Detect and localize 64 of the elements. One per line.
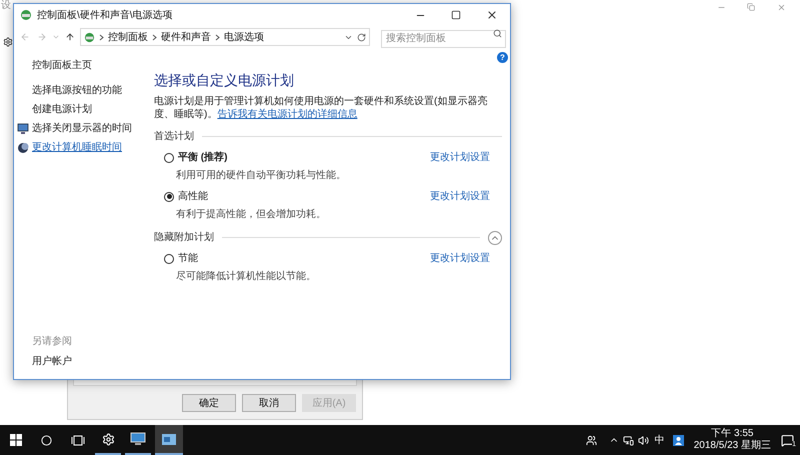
change-plan-link[interactable]: 更改计划设置: [430, 150, 490, 165]
intro-text: 电源计划是用于管理计算机如何使用电源的一套硬件和系统设置(如显示器亮度、睡眠等)。告诉我有关电源计划的详细信息: [154, 95, 488, 121]
search-icon: [493, 29, 502, 38]
dialog-button[interactable]: 确定: [182, 394, 236, 412]
volume-icon[interactable]: [638, 434, 649, 446]
monitor-icon: [17, 122, 29, 134]
window-title: 设: [1, 0, 11, 13]
sidebar-link[interactable]: 创建电源计划: [32, 102, 92, 117]
people-icon[interactable]: [586, 434, 597, 446]
radio-button[interactable]: [164, 254, 174, 264]
monitor-icon: [130, 432, 146, 446]
plan-name: 节能: [178, 252, 198, 266]
clock-date[interactable]: 2018/5/23 星期三: [694, 440, 771, 452]
close-icon: [486, 9, 498, 21]
close-icon: [776, 2, 786, 12]
maximize-icon: [451, 10, 461, 20]
radio-button[interactable]: [164, 192, 174, 202]
plan-name: 高性能: [178, 190, 208, 204]
page-heading: 选择或自定义电源计划: [154, 71, 295, 90]
breadcrumb[interactable]: 控制面板: [108, 30, 148, 44]
chevron-right-icon: [99, 34, 104, 40]
start-icon[interactable]: [10, 434, 22, 446]
details-link[interactable]: 告诉我有关电源计划的详细信息: [217, 109, 358, 120]
group-title: 首选计划: [154, 130, 194, 144]
search-icon[interactable]: [41, 434, 52, 446]
window-icon: [162, 434, 176, 444]
input-method-indicator[interactable]: 中: [654, 432, 665, 448]
sidebar-link[interactable]: 选择关闭显示器的时间: [32, 121, 132, 136]
plan-description: 利用可用的硬件自动平衡功耗与性能。: [175, 168, 347, 183]
moon-icon: [17, 142, 29, 154]
breadcrumb[interactable]: 硬件和声音: [161, 30, 211, 44]
plan-description: 有利于提高性能，但会增加功耗。: [175, 208, 327, 222]
taskbar-window-button[interactable]: [155, 425, 183, 455]
search-field[interactable]: 搜索控制面板: [381, 30, 506, 48]
refresh-icon[interactable]: [357, 32, 366, 42]
restore-icon: [747, 3, 755, 11]
plan-description: 尽可能降低计算机性能以节能。: [175, 270, 317, 284]
task-view-icon[interactable]: [71, 434, 85, 446]
network-icon[interactable]: [622, 434, 634, 446]
collapse-button[interactable]: [488, 230, 502, 244]
window-title: 控制面板\硬件和声音\电源选项: [37, 8, 173, 22]
group-title: 隐藏附加计划: [154, 230, 214, 245]
see-also-heading: 另请参阅: [32, 334, 73, 349]
chevron-right-icon: [215, 34, 220, 40]
control-panel-icon: [84, 32, 95, 42]
breadcrumb[interactable]: 电源选项: [224, 30, 264, 44]
clock-time[interactable]: 下午 3:55: [711, 428, 754, 440]
radio-button[interactable]: [164, 152, 174, 162]
power-options-icon: [20, 9, 32, 21]
sidebar-link[interactable]: 更改计算机睡眠时间: [32, 140, 122, 155]
sidebar-link[interactable]: 用户帐户: [32, 354, 154, 369]
address-bar[interactable]: 控制面板 硬件和声音 电源选项: [80, 28, 370, 46]
dialog-button[interactable]: 取消: [242, 394, 296, 412]
action-center-icon[interactable]: [781, 434, 794, 446]
settings-icon[interactable]: [3, 37, 13, 47]
plan-name: 平衡 (推荐): [178, 150, 228, 165]
sidebar-link[interactable]: 控制面板主页: [32, 58, 154, 73]
user-icon[interactable]: [672, 434, 684, 446]
change-plan-link[interactable]: 更改计划设置: [430, 189, 490, 204]
chevron-right-icon: [152, 34, 157, 40]
change-plan-link[interactable]: 更改计划设置: [430, 251, 490, 266]
sidebar-link[interactable]: 选择电源按钮的功能: [32, 83, 122, 98]
gear-icon: [102, 432, 114, 446]
help-icon[interactable]: ?: [497, 52, 508, 63]
